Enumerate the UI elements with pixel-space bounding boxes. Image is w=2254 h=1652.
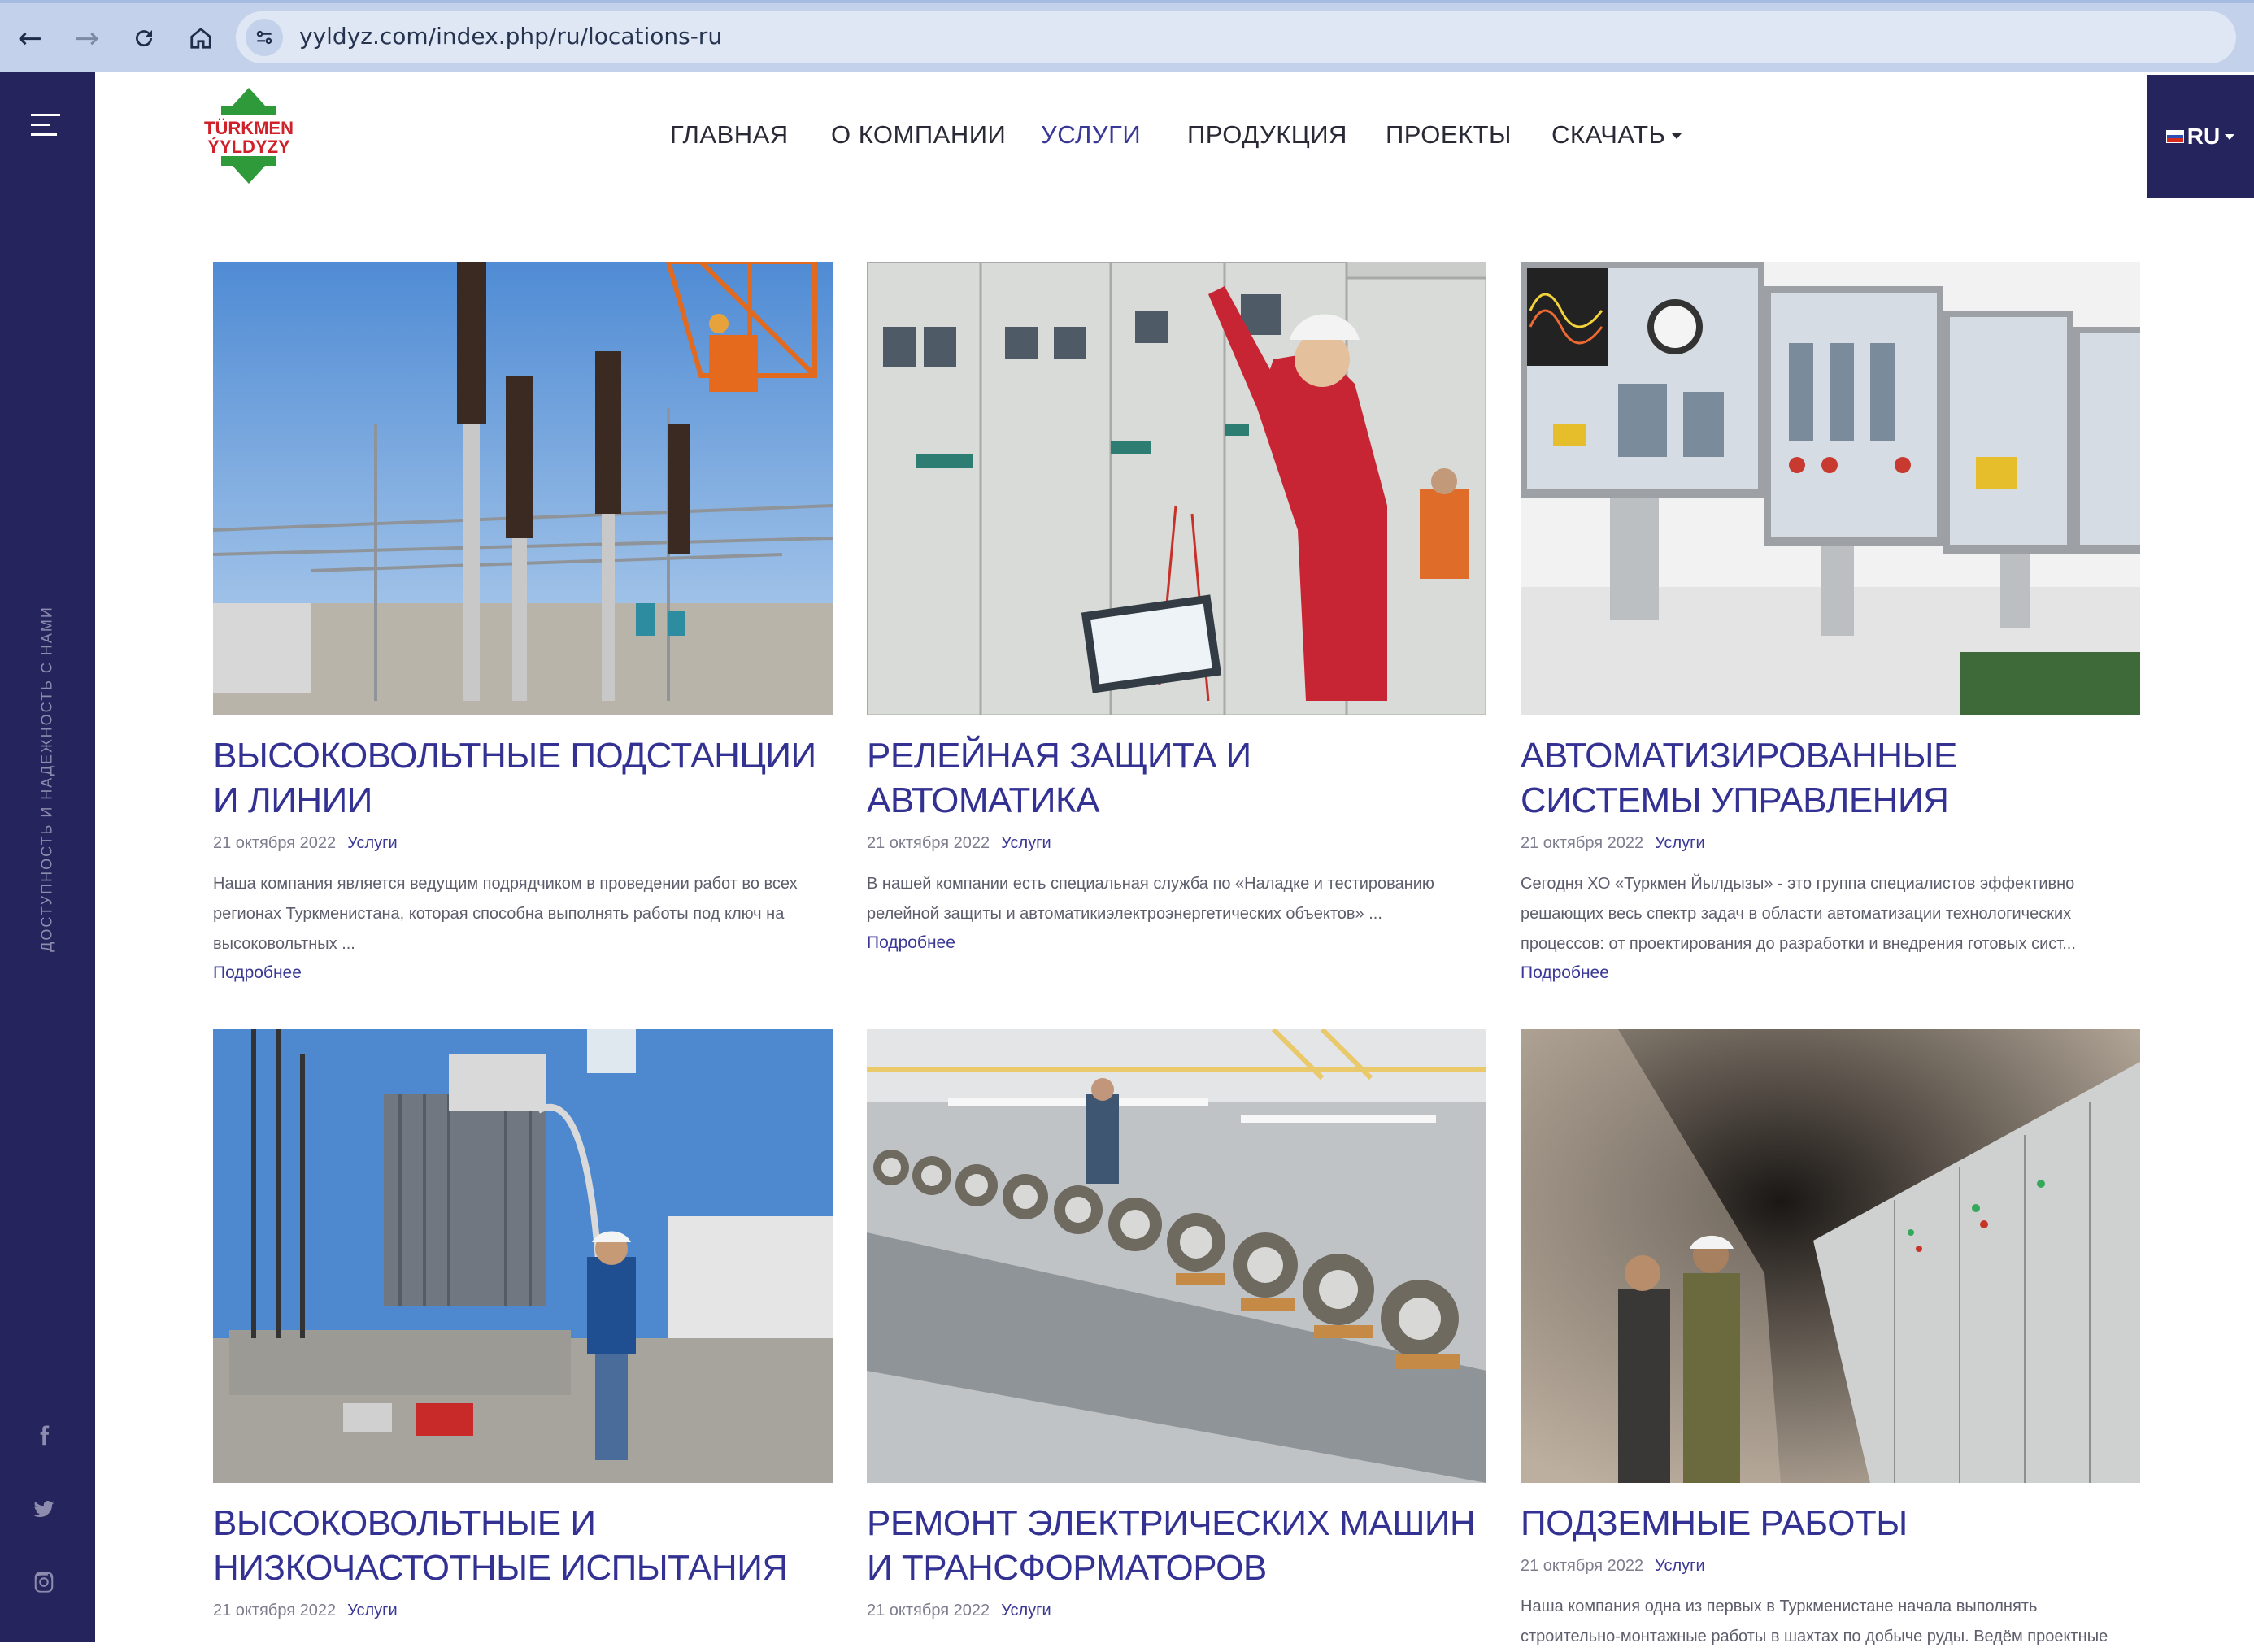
forward-icon[interactable]: → [67, 18, 107, 59]
card-image-scada[interactable] [1521, 262, 2140, 715]
card-title[interactable]: ВЫСОКОВОЛЬТНЫЕ И НИЗКОЧАСТОТНЫЕ ИСПЫТАНИ… [213, 1501, 833, 1590]
url-text[interactable]: yyldyz.com/index.php/ru/locations-ru [299, 23, 722, 50]
card-title[interactable]: ВЫСОКОВОЛЬТНЫЕ ПОДСТАНЦИИ И ЛИНИИ [213, 733, 833, 823]
logo-text-line1: TÜRKMEN [204, 118, 294, 138]
logo-text-line2: ÝYLDYZY [207, 137, 290, 157]
service-card: РЕЛЕЙНАЯ ЗАЩИТА И АВТОМАТИКА 21 октября … [867, 262, 1486, 957]
instagram-icon[interactable] [28, 1566, 60, 1598]
card-date: 21 октября 2022 [867, 834, 990, 852]
card-category-link[interactable]: Услуги [347, 1602, 398, 1619]
browser-toolbar: ← → yyldyz.com/index.php/ru/locations-ru [0, 0, 2254, 72]
nav-projects[interactable]: ПРОЕКТЫ [1386, 120, 1512, 150]
nav-download[interactable]: СКАЧАТЬ [1551, 120, 1682, 150]
card-meta: 21 октября 2022 Услуги [213, 834, 833, 853]
card-category-link[interactable]: Услуги [1655, 834, 1705, 852]
card-date: 21 октября 2022 [1521, 1557, 1644, 1575]
card-title[interactable]: АВТОМАТИЗИРОВАННЫЕ СИСТЕМЫ УПРАВЛЕНИЯ [1521, 733, 2140, 823]
card-title[interactable]: РЕЛЕЙНАЯ ЗАЩИТА И АВТОМАТИКА [867, 733, 1486, 823]
card-date: 21 октября 2022 [867, 1602, 990, 1619]
card-excerpt: Наша компания одна из первых в Туркменис… [1521, 1598, 2108, 1645]
company-logo[interactable]: TÜRKMEN ÝYLDYZY [203, 88, 294, 184]
card-excerpt: Наша компания является ведущим подрядчик… [213, 875, 798, 953]
card-category-link[interactable]: Услуги [347, 834, 398, 852]
card-meta: 21 октября 2022 Услуги [867, 1602, 1486, 1620]
card-title[interactable]: ПОДЗЕМНЫЕ РАБОТЫ [1521, 1501, 2140, 1545]
menu-icon[interactable] [31, 114, 60, 137]
service-card: АВТОМАТИЗИРОВАННЫЕ СИСТЕМЫ УПРАВЛЕНИЯ 21… [1521, 262, 2140, 987]
card-date: 21 октября 2022 [1521, 834, 1644, 852]
nav-services[interactable]: УСЛУГИ [1041, 120, 1141, 150]
language-switcher[interactable]: RU [2147, 75, 2254, 198]
card-date: 21 октября 2022 [213, 834, 337, 852]
card-category-link[interactable]: Услуги [1001, 1602, 1051, 1619]
card-image-substation[interactable] [213, 262, 833, 715]
left-sidebar: ДОСТУПНОСТЬ И НАДЕЖНОСТЬ С НАМИ [0, 72, 95, 1642]
russia-flag-icon [2165, 130, 2184, 143]
service-card: ВЫСОКОВОЛЬТНЫЕ И НИЗКОЧАСТОТНЫЕ ИСПЫТАНИ… [213, 1029, 833, 1620]
card-category-link[interactable]: Услуги [1655, 1557, 1705, 1575]
card-meta: 21 октября 2022 Услуги [1521, 1557, 2140, 1576]
card-image-testing[interactable] [213, 1029, 833, 1483]
chevron-down-icon [2225, 133, 2235, 140]
read-more-link[interactable]: Подробнее [1521, 959, 2140, 987]
read-more-link[interactable]: Подробнее [213, 959, 833, 987]
service-card: ПОДЗЕМНЫЕ РАБОТЫ 21 октября 2022 Услуги Н… [1521, 1029, 2140, 1652]
read-more-link[interactable]: Подробнее [867, 929, 1486, 957]
home-icon[interactable] [181, 18, 221, 59]
reload-icon[interactable] [124, 18, 164, 59]
address-bar[interactable]: yyldyz.com/index.php/ru/locations-ru [236, 11, 2236, 63]
card-image-underground[interactable] [1521, 1029, 2140, 1483]
site-settings-icon[interactable] [246, 19, 283, 56]
facebook-icon[interactable] [28, 1419, 60, 1452]
nav-download-label: СКАЧАТЬ [1551, 120, 1666, 149]
card-title[interactable]: РЕМОНТ ЭЛЕКТРИЧЕСКИХ МАШИН И ТРАНСФОРМАТ… [867, 1501, 1486, 1590]
card-meta: 21 октября 2022 Услуги [867, 834, 1486, 853]
twitter-icon[interactable] [28, 1493, 60, 1525]
card-date: 21 октября 2022 [213, 1602, 337, 1619]
dropdown-caret-icon [1672, 133, 1682, 140]
service-card: ВЫСОКОВОЛЬТНЫЕ ПОДСТАНЦИИ И ЛИНИИ 21 окт… [213, 262, 833, 987]
nav-home[interactable]: ГЛАВНАЯ [670, 120, 789, 150]
card-category-link[interactable]: Услуги [1001, 834, 1051, 852]
card-image-repair[interactable] [867, 1029, 1486, 1483]
service-card: РЕМОНТ ЭЛЕКТРИЧЕСКИХ МАШИН И ТРАНСФОРМАТ… [867, 1029, 1486, 1620]
back-icon[interactable]: ← [10, 18, 50, 59]
sidebar-slogan: ДОСТУПНОСТЬ И НАДЕЖНОСТЬ С НАМИ [38, 606, 55, 952]
language-label: RU [2187, 124, 2221, 149]
nav-products[interactable]: ПРОДУКЦИЯ [1187, 120, 1347, 150]
card-meta: 21 октября 2022 Услуги [1521, 834, 2140, 853]
card-excerpt: Сегодня ХО «Туркмен Йылдызы» - это групп… [1521, 875, 2076, 953]
card-image-relay[interactable] [867, 262, 1486, 715]
card-excerpt: В нашей компании есть специальная служба… [867, 875, 1434, 923]
nav-about[interactable]: О КОМПАНИИ [831, 120, 1006, 150]
card-meta: 21 октября 2022 Услуги [213, 1602, 833, 1620]
